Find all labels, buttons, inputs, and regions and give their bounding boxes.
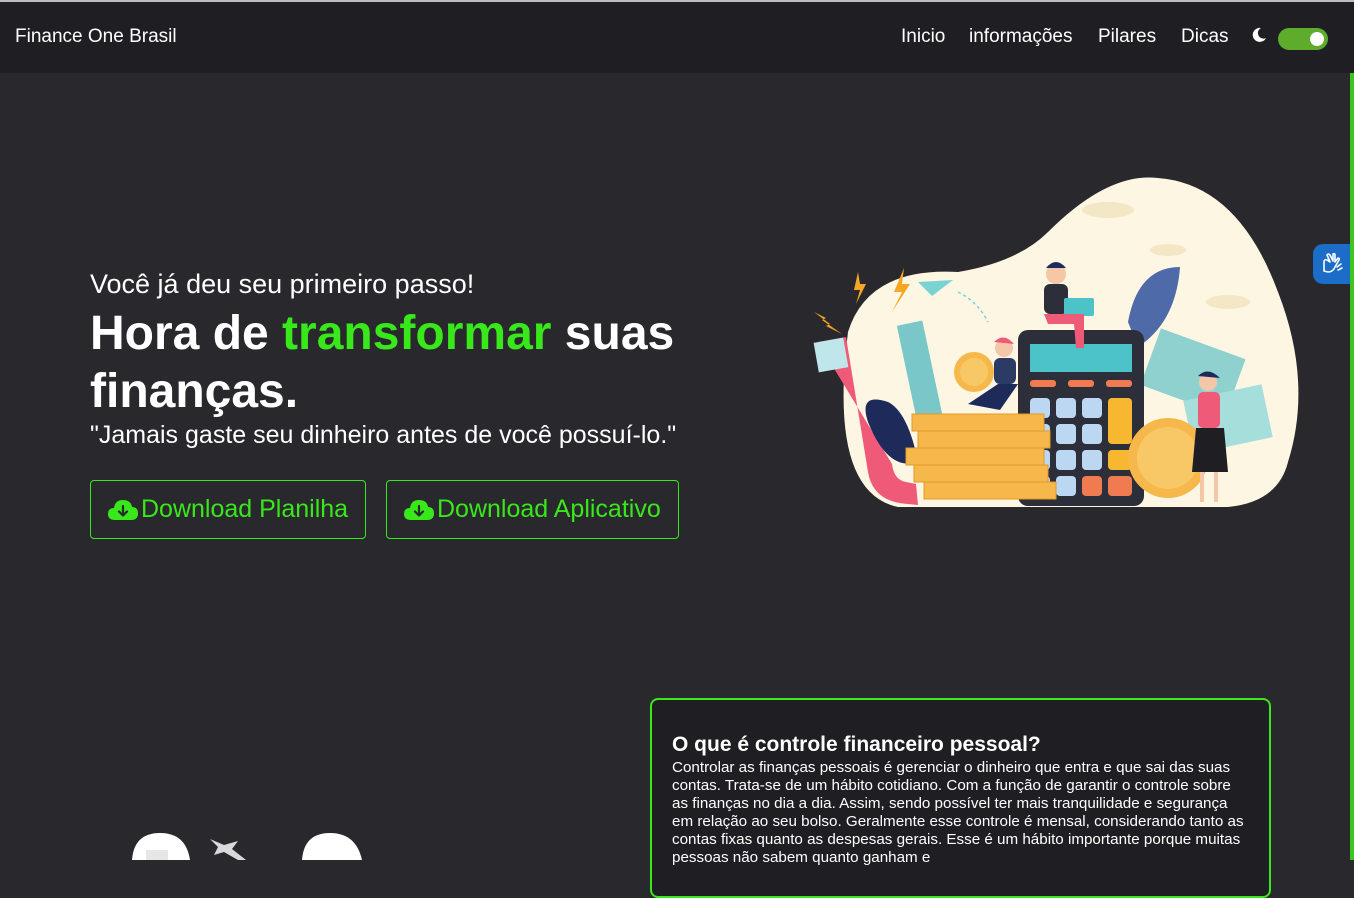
hero-intro: Você já deu seu primeiro passo! [90, 269, 475, 299]
navbar: Finance One Brasil Inicio informações Pi… [0, 2, 1354, 73]
cloud-download-icon [404, 499, 434, 520]
hero-title-accent: transformar [282, 307, 552, 360]
section-illustration [132, 833, 362, 860]
brand-logo-text[interactable]: Finance One Brasil [15, 26, 177, 48]
sign-language-hands-icon [1323, 252, 1343, 273]
hero-title: Hora de transformar suas finanças. [90, 305, 750, 421]
download-planilha-button[interactable]: Download Planilha [90, 480, 366, 539]
hero-title-pre: Hora de [90, 307, 283, 360]
info-card-text: Controlar as finanças pessoais é gerenci… [672, 759, 1244, 866]
nav-link-dicas[interactable]: Dicas [1181, 26, 1229, 48]
finance-illustration [813, 177, 1299, 508]
nav-link-informacoes[interactable]: informações [969, 26, 1073, 48]
hero-quote: "Jamais gaste seu dinheiro antes de você… [90, 421, 677, 449]
moon-icon [1252, 27, 1266, 42]
download-aplicativo-button[interactable]: Download Aplicativo [386, 480, 679, 539]
cloud-download-icon [108, 499, 138, 520]
info-card-title: O que é controle financeiro pessoal? [672, 733, 1041, 756]
info-card: O que é controle financeiro pessoal? Con… [650, 698, 1271, 898]
nav-link-inicio[interactable]: Inicio [901, 26, 945, 48]
accessibility-button[interactable] [1313, 244, 1350, 284]
download-aplicativo-label: Download Aplicativo [437, 495, 661, 523]
toggle-knob [1310, 32, 1324, 46]
scrollbar-accent [1350, 73, 1354, 860]
nav-link-pilares[interactable]: Pilares [1098, 26, 1156, 48]
download-planilha-label: Download Planilha [141, 495, 349, 523]
dark-mode-toggle[interactable] [1278, 28, 1328, 50]
